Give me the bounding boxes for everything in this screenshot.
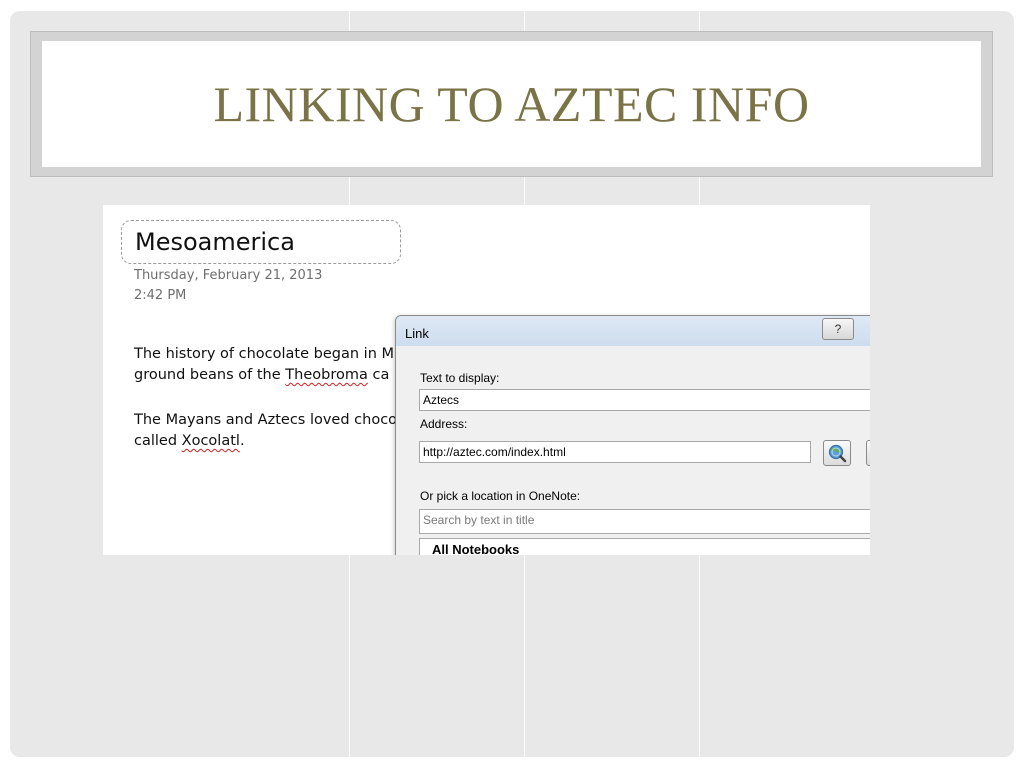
link-dialog: Link ? Text to display: Aztecs Address: … <box>395 315 870 555</box>
help-icon: ? <box>834 322 842 336</box>
address-input[interactable]: http://aztec.com/index.html <box>419 441 811 463</box>
paragraph-1[interactable]: The history of chocolate began in M grou… <box>134 344 394 386</box>
globe-search-icon <box>828 444 847 463</box>
text-run: ground beans of the <box>134 367 286 383</box>
text-run: ca <box>367 367 390 383</box>
text-run: called <box>134 433 182 449</box>
page-date: Thursday, February 21, 2013 <box>134 268 323 283</box>
title-frame: LINKING TO AZTEC INFO <box>30 31 993 177</box>
page-time: 2:42 PM <box>134 288 187 303</box>
text-run: . <box>239 433 245 449</box>
dialog-titlebar[interactable]: Link ? <box>396 316 870 346</box>
slide-title: LINKING TO AZTEC INFO <box>213 76 810 132</box>
paragraph-line: called Xocolatl. <box>134 431 397 452</box>
help-button[interactable]: ? <box>822 318 854 340</box>
paragraph-2[interactable]: The Mayans and Aztecs loved choco called… <box>134 410 397 452</box>
title-box: LINKING TO AZTEC INFO <box>42 41 981 167</box>
browse-file-button[interactable] <box>866 440 870 466</box>
text-to-display-input[interactable]: Aztecs <box>419 389 870 411</box>
address-label: Address: <box>420 417 468 431</box>
paragraph-line: The Mayans and Aztecs loved choco <box>134 412 398 428</box>
tree-item-all-notebooks[interactable]: All Notebooks <box>432 542 519 555</box>
misspelled-word[interactable]: Xocolatl <box>182 433 240 449</box>
onenote-screenshot: Mesoamerica Thursday, February 21, 2013 … <box>103 205 870 555</box>
paragraph-line: ground beans of the Theobroma ca <box>134 365 394 386</box>
pick-location-label: Or pick a location in OneNote: <box>420 489 581 503</box>
notebook-tree[interactable]: All Notebooks <box>419 538 870 555</box>
slide: LINKING TO AZTEC INFO Mesoamerica Thursd… <box>10 11 1014 757</box>
text-to-display-label: Text to display: <box>420 371 500 385</box>
dialog-title: Link <box>405 326 429 341</box>
page-title[interactable]: Mesoamerica <box>135 228 295 256</box>
browse-web-button[interactable] <box>823 440 851 466</box>
misspelled-word[interactable]: Theobroma <box>285 367 368 383</box>
paragraph-line: The history of chocolate began in M <box>134 346 395 362</box>
search-location-input[interactable]: Search by text in title <box>419 509 870 534</box>
